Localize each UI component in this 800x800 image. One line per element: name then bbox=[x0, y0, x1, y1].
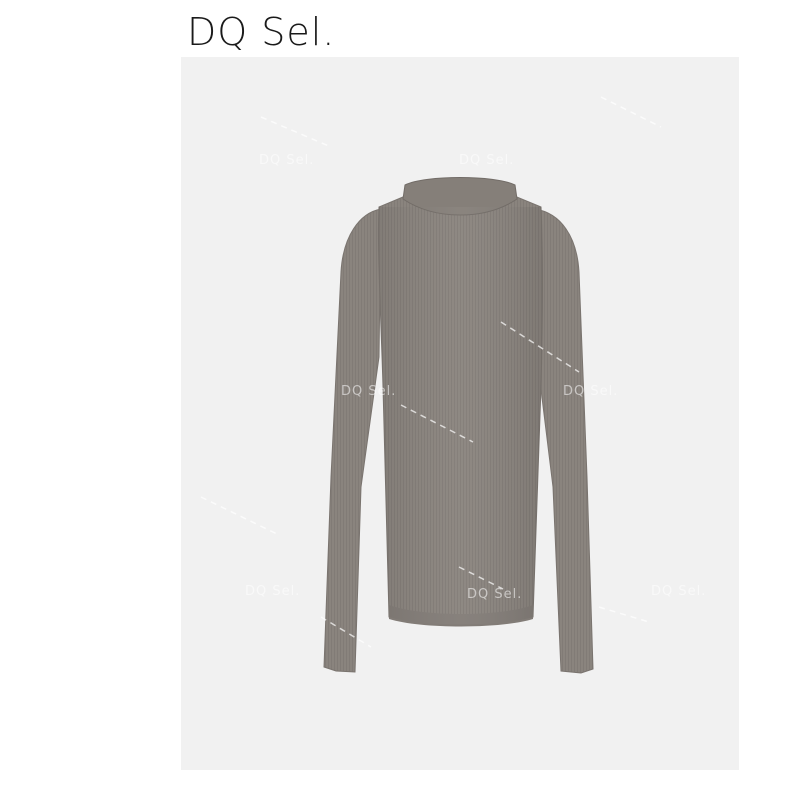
product-photo: DQ Sel. DQ Sel. DQ Sel. DQ Sel. DQ Sel. … bbox=[181, 57, 739, 770]
right-sleeve bbox=[534, 208, 594, 674]
brand-logo: DQ Sel. bbox=[187, 10, 336, 54]
sweater-illustration bbox=[200, 96, 662, 674]
left-sleeve bbox=[323, 208, 382, 673]
